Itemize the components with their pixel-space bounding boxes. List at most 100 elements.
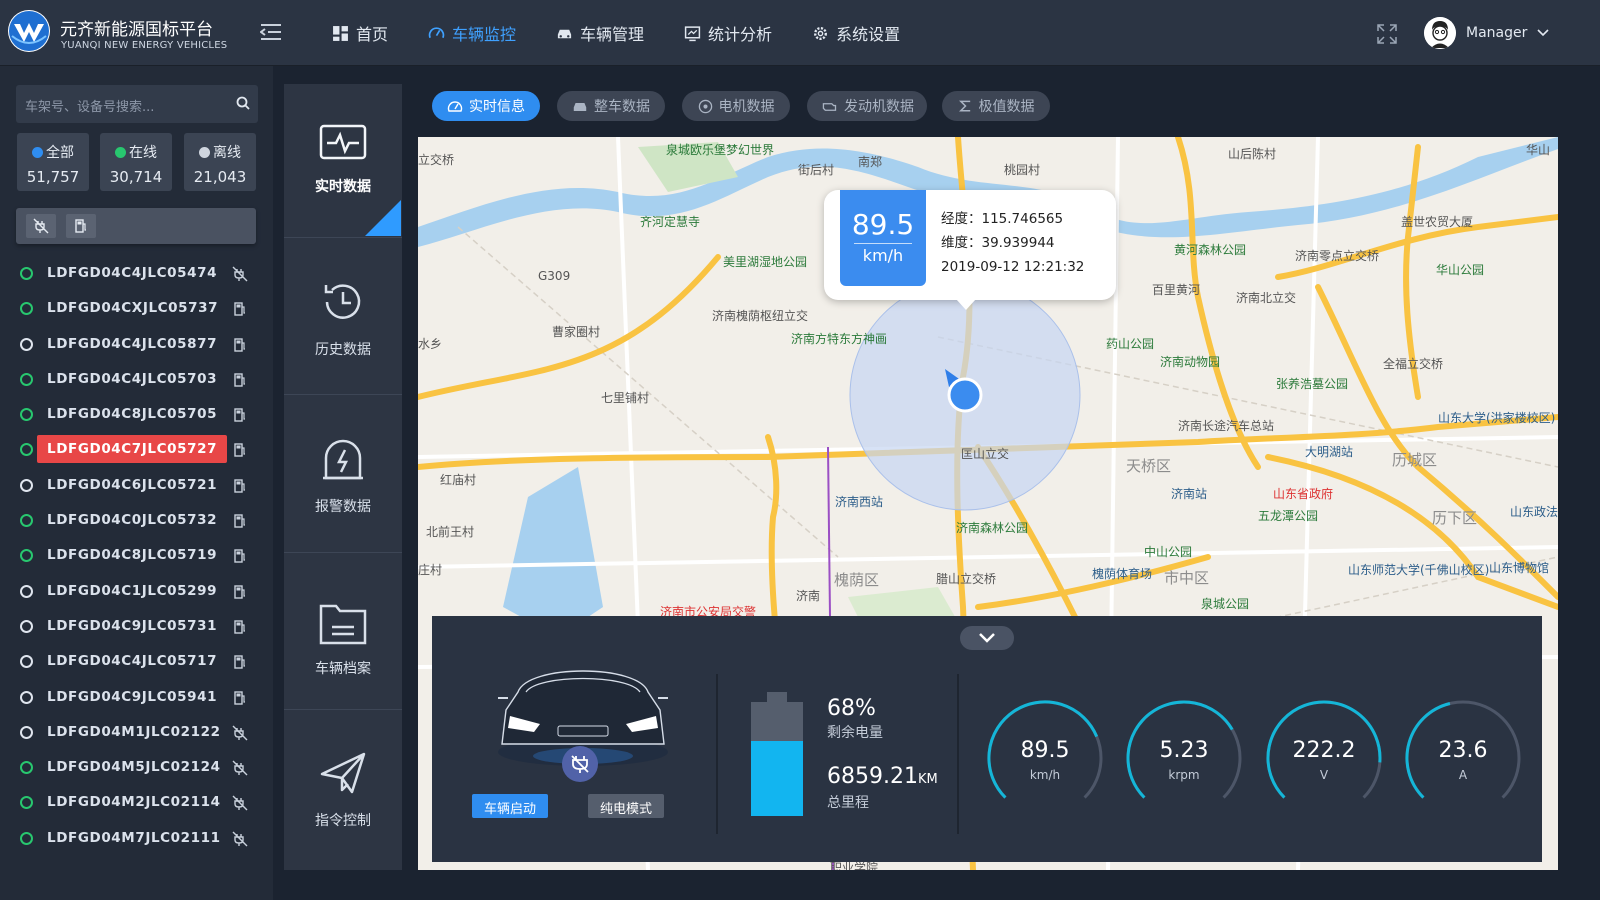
nav-statistics[interactable]: 统计分析 xyxy=(684,21,772,45)
vehicle-list-item[interactable]: LDFGD04C7JLC05727 xyxy=(0,432,273,467)
stat-label: 全部 xyxy=(46,145,74,161)
gauge: 5.23 krpm xyxy=(1124,698,1244,818)
gauge-icon xyxy=(447,101,463,112)
gauge: 222.2 V xyxy=(1264,698,1384,818)
mileage-label: 总里程 xyxy=(827,795,869,811)
tab-vehicle-data[interactable]: 整车数据 xyxy=(557,91,665,121)
offline-status-icon xyxy=(20,584,33,598)
collapse-button[interactable] xyxy=(960,626,1014,650)
online-status-icon xyxy=(20,372,33,386)
nav-vehicle-management[interactable]: 车辆管理 xyxy=(556,21,644,45)
vehicle-list-item[interactable]: LDFGD04M2JLC02114 xyxy=(0,785,273,820)
side-menu-command[interactable]: 指令控制 xyxy=(284,748,402,830)
vehicle-list-item[interactable]: LDFGD04C8JLC05705 xyxy=(0,397,273,432)
map-label: 济南槐荫枢纽立交 xyxy=(712,309,809,323)
vehicle-list-panel: 车架号、设备号搜索... 全部 51,757 在线 30,714 离线 21,0… xyxy=(0,66,273,900)
unplugged-icon xyxy=(232,725,248,741)
map-label: 大明湖站 xyxy=(1305,445,1354,459)
map-label: 张养浩墓公园 xyxy=(1276,377,1349,391)
stat-all[interactable]: 全部 51,757 xyxy=(17,133,89,191)
vehicle-list-item[interactable]: LDFGD04C4JLC05474 xyxy=(0,256,273,291)
map-label: 桃园村 xyxy=(1004,163,1041,177)
vehicle-id: LDFGD04C4JLC05877 xyxy=(47,335,218,352)
nav-label: 车辆监控 xyxy=(452,25,517,44)
vehicle-list-item[interactable]: LDFGD04C4JLC05877 xyxy=(0,327,273,362)
gauge-value: 23.6 xyxy=(1438,738,1488,763)
map-label: 山东博物馆 xyxy=(1489,561,1550,575)
send-icon xyxy=(320,752,366,794)
side-menu-archive[interactable]: 车辆档案 xyxy=(284,602,402,678)
map-label: 济南 xyxy=(796,589,821,603)
fullscreen-icon[interactable] xyxy=(1376,23,1398,45)
nav-vehicle-monitor[interactable]: 车辆监控 xyxy=(428,21,516,45)
fuel-icon xyxy=(232,690,248,706)
map-label: 市中区 xyxy=(1164,569,1210,587)
map-label: 美里湖湿地公园 xyxy=(723,255,808,269)
tab-extreme-data[interactable]: 极值数据 xyxy=(942,91,1050,121)
menu-toggle-icon[interactable] xyxy=(259,22,282,42)
vehicle-list-item[interactable]: LDFGD04CXJLC05737 xyxy=(0,291,273,326)
divider xyxy=(957,674,959,834)
side-menu: 实时数据 历史数据 报警数据 车辆档案 指令控制 xyxy=(284,84,402,870)
vehicle-id: LDFGD04C8JLC05705 xyxy=(47,406,218,423)
vehicle-list-item[interactable]: LDFGD04M1JLC02122 xyxy=(0,715,273,750)
vehicle-list-item[interactable]: LDFGD04C9JLC05941 xyxy=(0,680,273,715)
online-status-icon xyxy=(20,408,33,422)
gauge-unit: krpm xyxy=(1168,768,1200,782)
vehicle-list-item[interactable]: LDFGD04C0JLC05732 xyxy=(0,503,273,538)
search-input[interactable]: 车架号、设备号搜索... xyxy=(16,85,258,123)
avatar xyxy=(1424,17,1456,49)
map-label: 历下区 xyxy=(1432,509,1478,527)
vehicle-list-item[interactable]: LDFGD04C1JLC05299 xyxy=(0,574,273,609)
pure-electric-mode-button[interactable]: 纯电模式 xyxy=(588,794,665,818)
map-label: 济南长途汽车总站 xyxy=(1178,419,1275,433)
status-dot xyxy=(32,146,43,158)
map-label: 水乡 xyxy=(418,337,443,351)
fuel-icon xyxy=(75,219,86,233)
nav-label: 统计分析 xyxy=(708,25,773,44)
vehicle-id: LDFGD04C6JLC05721 xyxy=(47,476,218,493)
brand-subtitle: YUANQI NEW ENERGY VEHICLES xyxy=(61,40,228,51)
vehicle-id: LDFGD04C4JLC05703 xyxy=(47,370,218,387)
tab-motor-data[interactable]: 电机数据 xyxy=(682,91,790,121)
map-label: 红庙村 xyxy=(440,473,477,487)
longitude-label: 经度： xyxy=(941,211,982,227)
active-corner-marker xyxy=(365,200,401,236)
side-menu-alarm[interactable]: 报警数据 xyxy=(284,436,402,516)
side-menu-label: 车辆档案 xyxy=(315,661,371,677)
tab-label: 电机数据 xyxy=(718,99,775,115)
vehicle-list-item[interactable]: LDFGD04M7JLC02111 xyxy=(0,821,273,856)
tab-realtime[interactable]: 实时信息 xyxy=(432,91,540,121)
brand-title: 元齐新能源国标平台 xyxy=(60,20,213,40)
nav-settings[interactable]: 系统设置 xyxy=(812,21,900,45)
tab-engine-data[interactable]: 发动机数据 xyxy=(807,91,927,121)
tab-label: 极值数据 xyxy=(978,99,1035,115)
search-icon[interactable] xyxy=(236,96,250,110)
side-menu-history[interactable]: 历史数据 xyxy=(284,277,402,359)
vehicle-start-button[interactable]: 车辆启动 xyxy=(472,794,549,818)
nav-label: 首页 xyxy=(356,25,389,44)
filter-unplugged-button[interactable] xyxy=(26,214,56,238)
user-menu[interactable]: Manager xyxy=(1424,17,1549,49)
vehicle-list-item[interactable]: LDFGD04C8JLC05719 xyxy=(0,538,273,573)
vehicle-list-item[interactable]: LDFGD04C6JLC05721 xyxy=(0,468,273,503)
vehicle-list-item[interactable]: LDFGD04C4JLC05717 xyxy=(0,644,273,679)
vehicle-list-item[interactable]: LDFGD04C4JLC05703 xyxy=(0,362,273,397)
motor-icon xyxy=(698,99,712,113)
stat-offline[interactable]: 离线 21,043 xyxy=(184,133,256,191)
nav-home[interactable]: 首页 xyxy=(332,21,388,45)
stat-online[interactable]: 在线 30,714 xyxy=(100,133,172,191)
offline-status-icon xyxy=(20,619,33,633)
filter-fuel-button[interactable] xyxy=(66,214,96,238)
stat-value: 21,043 xyxy=(193,168,247,186)
status-dot xyxy=(199,146,210,158)
vehicle-list-item[interactable]: LDFGD04M5JLC02124 xyxy=(0,750,273,785)
map-label: 天桥区 xyxy=(1126,457,1172,475)
fuel-icon xyxy=(232,584,248,600)
map-label: 曹家圈村 xyxy=(552,325,601,339)
vehicle-list-item[interactable]: LDFGD04C9JLC05731 xyxy=(0,609,273,644)
map-label: 齐河定慧寺 xyxy=(640,215,701,229)
map-label: 山后陈村 xyxy=(1228,147,1277,161)
side-menu-realtime[interactable]: 实时数据 xyxy=(284,124,402,196)
map-label: 盖世农贸大厦 xyxy=(1401,215,1474,229)
